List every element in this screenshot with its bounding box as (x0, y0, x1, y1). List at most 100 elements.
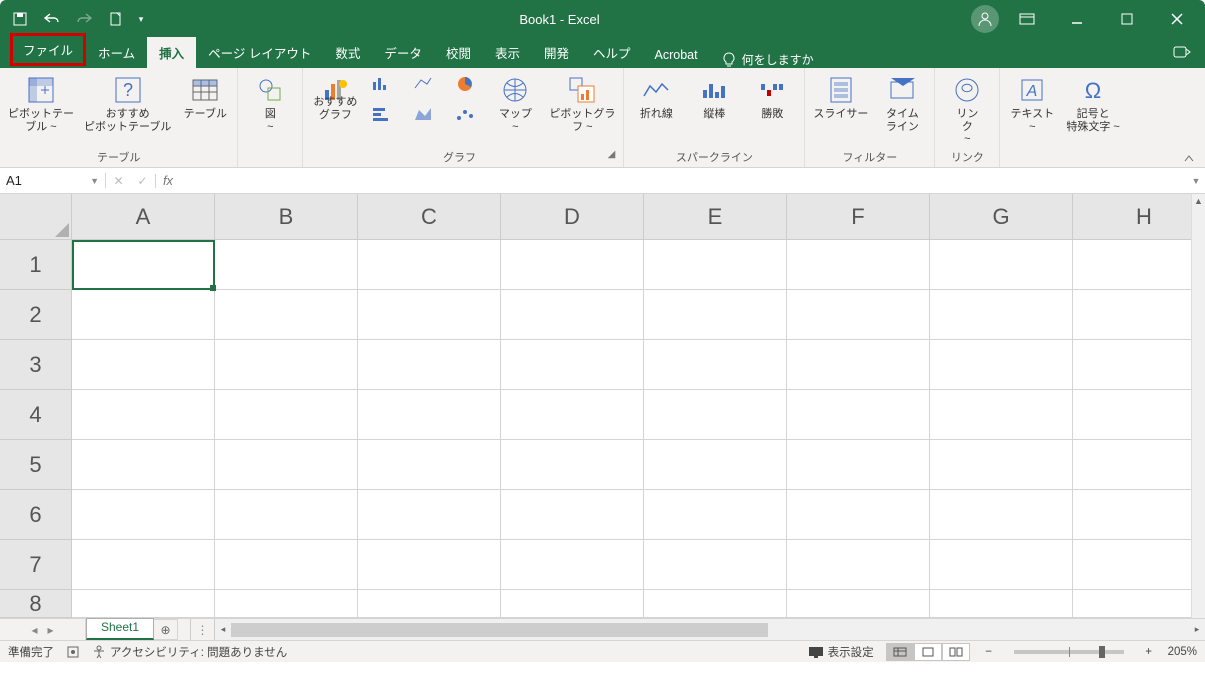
tab-view[interactable]: 表示 (483, 37, 532, 68)
scroll-up-icon[interactable]: ▲ (1192, 194, 1205, 208)
tab-help[interactable]: ヘルプ (581, 37, 643, 68)
row-header[interactable]: 2 (0, 290, 72, 340)
column-header[interactable]: C (358, 194, 501, 240)
column-header[interactable]: G (930, 194, 1073, 240)
display-icon (808, 646, 824, 658)
column-header[interactable]: B (215, 194, 358, 240)
scatter-chart-button[interactable] (453, 104, 477, 124)
tab-developer[interactable]: 開発 (532, 37, 581, 68)
macro-record-icon[interactable] (66, 645, 80, 659)
table-button[interactable]: テーブル (181, 74, 229, 121)
zoom-level[interactable]: 205% (1168, 646, 1197, 658)
new-file-button[interactable] (102, 5, 130, 33)
expand-formula-bar-button[interactable]: ▼ (1187, 176, 1205, 186)
accessibility-status[interactable]: アクセシビリティ: 問題ありません (92, 644, 287, 660)
recommended-charts-button[interactable]: おすすめ グラフ (311, 74, 359, 121)
collapse-ribbon-button[interactable] (1183, 153, 1195, 163)
zoom-out-button[interactable]: − (982, 646, 996, 658)
tell-me-search[interactable]: 何をしますか (710, 51, 826, 68)
maps-button[interactable]: マップ ~ (491, 74, 539, 133)
timeline-button[interactable]: タイム ライン (878, 74, 926, 133)
slicer-button[interactable]: スライサー (813, 74, 868, 121)
link-button[interactable]: リン ク ~ (943, 74, 991, 146)
timeline-icon (886, 74, 918, 106)
formula-bar-tools: ✕ ✓ (106, 174, 156, 188)
row-header[interactable]: 3 (0, 340, 72, 390)
group-label-sparklines: スパークライン (632, 147, 796, 165)
row-header[interactable]: 1 (0, 240, 72, 290)
svg-text:A: A (1026, 83, 1038, 100)
shapes-button[interactable]: 図 ~ (246, 74, 294, 133)
redo-button[interactable] (70, 5, 98, 33)
row-header[interactable]: 8 (0, 590, 72, 618)
column-header[interactable]: F (787, 194, 930, 240)
close-button[interactable] (1155, 3, 1199, 35)
confirm-entry-icon[interactable]: ✓ (131, 174, 155, 188)
group-label-links: リンク (943, 147, 991, 165)
scroll-right-icon[interactable]: ▸ (1189, 624, 1205, 635)
tab-insert[interactable]: 挿入 (147, 37, 196, 68)
tab-page-layout[interactable]: ページ レイアウト (196, 37, 323, 68)
tab-formulas[interactable]: 数式 (323, 37, 372, 68)
view-mode-buttons (886, 643, 970, 661)
zoom-in-button[interactable]: + (1142, 646, 1156, 658)
select-all-button[interactable] (0, 194, 72, 240)
symbols-button[interactable]: Ω記号と 特殊文字 ~ (1066, 74, 1119, 133)
sheet-splitter[interactable]: ⋮ (190, 619, 214, 640)
pivot-table-button[interactable]: ピボットテー ブル ~ (8, 74, 74, 133)
tab-home[interactable]: ホーム (86, 37, 147, 68)
row-header[interactable]: 7 (0, 540, 72, 590)
save-button[interactable] (6, 5, 34, 33)
undo-button[interactable] (38, 5, 66, 33)
quick-access-toolbar: ▾ (6, 5, 148, 33)
name-box[interactable]: A1 ▼ (0, 173, 106, 188)
normal-view-button[interactable] (886, 643, 914, 661)
column-header[interactable]: E (644, 194, 787, 240)
sheet-nav-buttons[interactable]: ◂▸ (0, 619, 86, 640)
new-sheet-button[interactable]: ⊕ (154, 619, 178, 640)
tab-file[interactable]: ファイル (10, 33, 86, 66)
ribbon-display-options-button[interactable] (1005, 3, 1049, 35)
sparkline-column-button[interactable]: 縦棒 (690, 74, 738, 121)
display-settings-button[interactable]: 表示設定 (808, 644, 874, 660)
page-break-view-button[interactable] (942, 643, 970, 661)
vertical-scrollbar[interactable]: ▲ (1191, 194, 1205, 618)
column-header[interactable]: A (72, 194, 215, 240)
pie-chart-button[interactable] (453, 74, 477, 94)
minimize-button[interactable] (1055, 3, 1099, 35)
sheet-tab[interactable]: Sheet1 (86, 618, 154, 640)
tab-acrobat[interactable]: Acrobat (643, 42, 710, 68)
area-chart-button[interactable] (411, 104, 435, 124)
qat-customize-icon[interactable]: ▾ (134, 5, 148, 33)
account-icon[interactable] (971, 5, 999, 33)
column-header[interactable]: H (1073, 194, 1205, 240)
scroll-left-icon[interactable]: ◂ (215, 624, 231, 635)
line-chart-button[interactable] (411, 74, 435, 94)
row-headers: 1 2 3 4 5 6 7 8 (0, 194, 72, 618)
pivot-chart-button[interactable]: ピボットグラ フ ~ (549, 74, 615, 133)
cells-area[interactable] (72, 240, 1191, 618)
row-header[interactable]: 4 (0, 390, 72, 440)
window-title: Book1 - Excel (148, 12, 971, 27)
column-chart-button[interactable] (369, 74, 393, 94)
horizontal-scrollbar[interactable]: ◂ ▸ (214, 619, 1205, 640)
row-header[interactable]: 6 (0, 490, 72, 540)
zoom-slider[interactable] (1014, 650, 1124, 654)
page-layout-view-button[interactable] (914, 643, 942, 661)
charts-dialog-launcher[interactable]: ◢ (608, 149, 616, 160)
column-header[interactable]: D (501, 194, 644, 240)
cancel-entry-icon[interactable]: ✕ (107, 174, 131, 188)
svg-text:?: ? (123, 80, 133, 100)
sparkline-line-button[interactable]: 折れ線 (632, 74, 680, 121)
tab-data[interactable]: データ (372, 37, 434, 68)
insert-function-button[interactable]: fx (156, 173, 180, 188)
name-box-dropdown-icon[interactable]: ▼ (90, 176, 99, 186)
recommended-pivot-button[interactable]: ? おすすめ ピボットテーブル (84, 74, 171, 133)
maximize-button[interactable] (1105, 3, 1149, 35)
bar-chart-button[interactable] (369, 104, 393, 124)
tab-review[interactable]: 校閲 (434, 37, 483, 68)
sparkline-winloss-button[interactable]: 勝敗 (748, 74, 796, 121)
text-button[interactable]: Aテキスト ~ (1008, 74, 1056, 133)
share-button[interactable] (1173, 44, 1191, 60)
row-header[interactable]: 5 (0, 440, 72, 490)
